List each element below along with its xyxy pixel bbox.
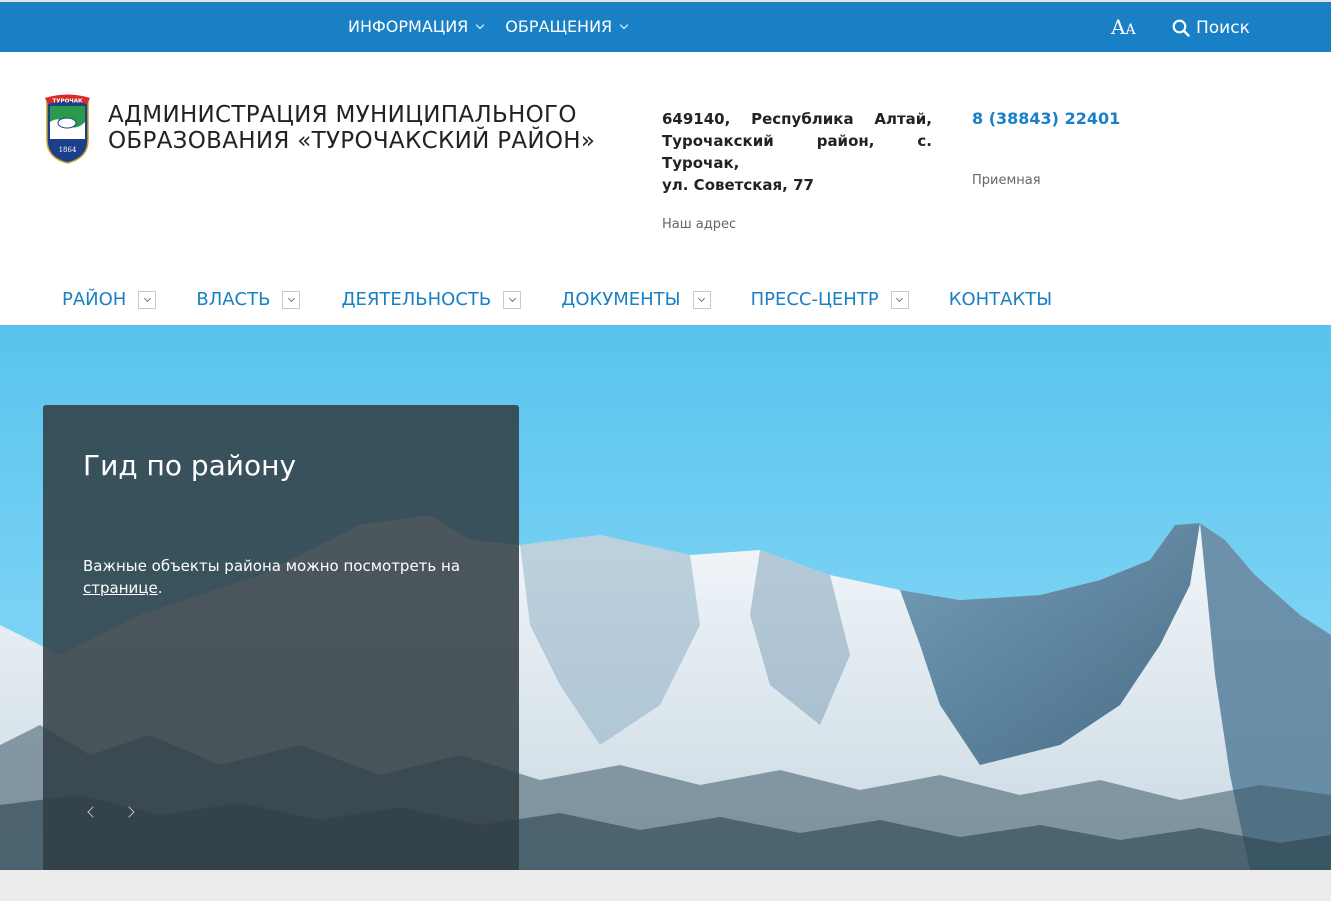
nav-item-label: ДЕЯТЕЛЬНОСТЬ <box>341 289 492 310</box>
search-icon <box>1172 19 1190 37</box>
hero-card-text: Важные объекты района можно посмотреть н… <box>83 555 483 599</box>
hero-card-text-body: Важные объекты района можно посмотреть н… <box>83 557 461 575</box>
font-size-small-icon: A <box>1125 22 1136 38</box>
slider-next-button[interactable] <box>123 803 143 823</box>
phone-label: Приемная <box>972 173 1041 188</box>
chevron-right-icon <box>123 806 135 818</box>
main-nav: РАЙОН ВЛАСТЬ ДЕЯТЕЛЬНОСТЬ ДОКУМЕНТЫ ПРЕС… <box>62 289 1052 310</box>
hero-card-text-end: . <box>157 579 163 597</box>
font-size-toggle[interactable]: AA <box>1111 15 1136 39</box>
logo-text: ТУРОЧАК <box>53 99 83 105</box>
dropdown-toggle-icon[interactable] <box>890 290 909 309</box>
dropdown-toggle-icon[interactable] <box>503 290 522 309</box>
address: 649140, Республика Алтай, Турочакский ра… <box>662 108 932 196</box>
address-line-1: 649140, Республика Алтай, <box>662 110 932 128</box>
nav-item-label: ВЛАСТЬ <box>196 289 271 310</box>
nav-item-label: ДОКУМЕНТЫ <box>561 289 681 310</box>
address-label: Наш адрес <box>662 217 737 232</box>
dropdown-toggle-icon[interactable] <box>692 290 711 309</box>
logo-year: 1864 <box>59 146 77 154</box>
hero-card-title: Гид по району <box>83 449 297 482</box>
nav-item-label: КОНТАКТЫ <box>948 289 1053 310</box>
top-menu-appeals[interactable]: ОБРАЩЕНИЯ <box>505 17 629 36</box>
phone-link[interactable]: 8 (38843) 22401 <box>972 109 1120 128</box>
hero-card-link[interactable]: странице <box>83 579 158 597</box>
title-line-1: АДМИНИСТРАЦИЯ МУНИЦИПАЛЬНОГО <box>108 102 577 128</box>
top-bar: ИНФОРМАЦИЯ ОБРАЩЕНИЯ AA Поиск <box>0 0 1331 52</box>
top-menu-info[interactable]: ИНФОРМАЦИЯ <box>348 17 485 36</box>
address-line-3: ул. Советская, 77 <box>662 176 814 194</box>
nav-item-authority[interactable]: ВЛАСТЬ <box>196 289 301 310</box>
hero-slider: Гид по району Важные объекты района можн… <box>0 325 1331 870</box>
top-menu: ИНФОРМАЦИЯ ОБРАЩЕНИЯ <box>348 17 629 36</box>
search-label: Поиск <box>1196 18 1250 38</box>
font-size-big-icon: A <box>1111 15 1126 39</box>
footer-strip <box>0 870 1331 901</box>
page-title[interactable]: АДМИНИСТРАЦИЯ МУНИЦИПАЛЬНОГО ОБРАЗОВАНИЯ… <box>108 102 648 154</box>
slider-prev-button[interactable] <box>83 803 103 823</box>
dropdown-toggle-icon[interactable] <box>138 290 157 309</box>
nav-item-documents[interactable]: ДОКУМЕНТЫ <box>561 289 711 310</box>
top-menu-info-label: ИНФОРМАЦИЯ <box>348 17 469 36</box>
top-menu-appeals-label: ОБРАЩЕНИЯ <box>505 17 613 36</box>
address-line-2: Турочакский район, с. Турочак, <box>662 132 932 172</box>
dropdown-toggle-icon[interactable] <box>282 290 301 309</box>
search-button[interactable]: Поиск <box>1172 18 1250 38</box>
chevron-left-icon <box>87 806 99 818</box>
chevron-down-icon <box>476 20 485 29</box>
nav-item-press-center[interactable]: ПРЕСС-ЦЕНТР <box>751 289 909 310</box>
nav-item-contacts[interactable]: КОНТАКТЫ <box>949 289 1052 310</box>
nav-item-label: ПРЕСС-ЦЕНТР <box>750 289 879 310</box>
hero-card: Гид по району Важные объекты района можн… <box>43 405 519 870</box>
nav-item-activity[interactable]: ДЕЯТЕЛЬНОСТЬ <box>341 289 522 310</box>
title-line-2: ОБРАЗОВАНИЯ «ТУРОЧАКСКИЙ РАЙОН» <box>108 128 596 154</box>
chevron-down-icon <box>619 20 629 29</box>
coat-of-arms-logo[interactable]: ТУРОЧАК 1864 <box>43 92 92 164</box>
nav-item-district[interactable]: РАЙОН <box>62 289 157 310</box>
nav-item-label: РАЙОН <box>62 289 127 310</box>
